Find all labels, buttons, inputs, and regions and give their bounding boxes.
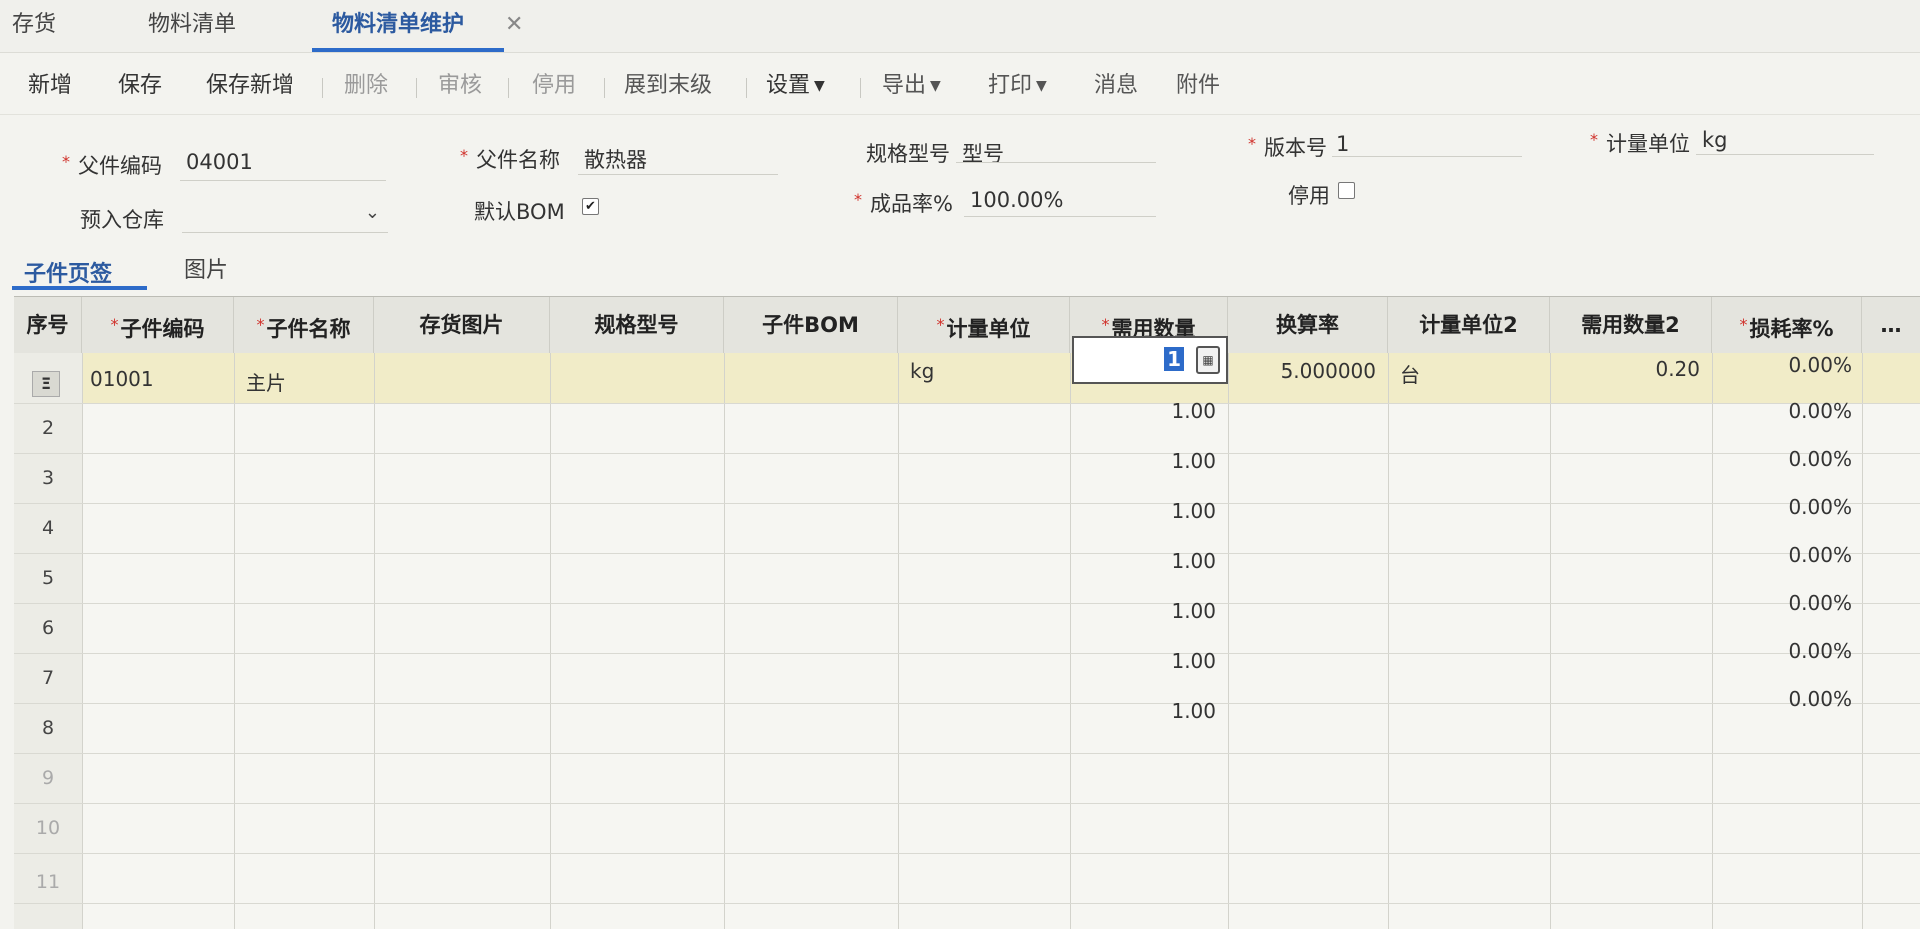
row-number: 11 (35, 871, 61, 893)
version-label: 版本号 (1264, 136, 1327, 160)
add-button[interactable]: 新增 (28, 58, 72, 114)
row-number: 5 (41, 567, 55, 589)
chevron-down-icon: ▼ (930, 78, 941, 94)
qty-cell[interactable]: 1.00 (1070, 449, 1216, 473)
settings-dropdown[interactable]: 设置 ▼ (766, 58, 825, 114)
row1-unit[interactable]: kg (910, 359, 934, 383)
row-number: 8 (41, 717, 55, 739)
tab-images[interactable]: 图片 (184, 252, 228, 284)
qty-editor-value: 1 (1164, 347, 1184, 371)
chevron-down-icon: ▼ (1036, 78, 1047, 94)
col-header-child-code[interactable]: *子件编码 (82, 297, 234, 353)
active-tab-indicator (12, 286, 147, 290)
print-dropdown[interactable]: 打印 ▼ (988, 58, 1047, 114)
parent-code-field[interactable]: 04001 (186, 150, 253, 174)
loss-cell[interactable]: 0.00% (1712, 399, 1852, 423)
tab-bom[interactable]: 物料清单 (148, 0, 236, 52)
toolbar: 新增 保存 保存新增 删除 审核 停用 展到末级 设置 ▼ 导出 ▼ 打印 ▼ 消息 … (0, 58, 1920, 115)
parent-name-field[interactable]: 散热器 (584, 144, 647, 174)
disable-button[interactable]: 停用 (532, 58, 576, 114)
loss-cell[interactable]: 0.00% (1712, 495, 1852, 519)
audit-button[interactable]: 审核 (438, 58, 482, 114)
qty-cell-editor[interactable]: 1 ▦ (1072, 336, 1228, 384)
export-dropdown[interactable]: 导出 ▼ (882, 58, 941, 114)
row1-child-name[interactable]: 主片 (246, 367, 286, 396)
row-number: 6 (41, 617, 55, 639)
default-bom-checkbox[interactable]: ✔ (582, 198, 599, 215)
parent-name-label: 父件名称 (476, 148, 560, 172)
expand-to-last-level-button[interactable]: 展到末级 (624, 58, 712, 114)
col-header-child-bom[interactable]: 子件BOM (724, 297, 898, 353)
row-number: 3 (41, 467, 55, 489)
row1-child-code[interactable]: 01001 (90, 367, 154, 391)
qty-cell[interactable]: 1.00 (1070, 599, 1216, 623)
export-label: 导出 (882, 73, 927, 98)
chevron-down-icon: ▼ (814, 78, 825, 94)
warehouse-select[interactable]: ⌄ (182, 196, 388, 232)
qty-cell[interactable]: 1.00 (1070, 499, 1216, 523)
col-header-child-name[interactable]: *子件名称 (234, 297, 374, 353)
loss-cell[interactable]: 0.00% (1712, 687, 1852, 711)
disabled-label: 停用 (1288, 184, 1330, 208)
loss-cell[interactable]: 0.00% (1712, 591, 1852, 615)
row1-loss[interactable]: 0.00% (1712, 353, 1852, 377)
child-items-grid: 序号 *子件编码 *子件名称 存货图片 规格型号 子件BOM *计量单位 *需用… (14, 296, 1920, 929)
qty-cell[interactable]: 1.00 (1070, 649, 1216, 673)
version-field[interactable]: 1 (1336, 132, 1349, 156)
row1-rate[interactable]: 5.000000 (1228, 359, 1376, 383)
chevron-down-icon: ⌄ (364, 202, 380, 223)
loss-cell[interactable]: 0.00% (1712, 543, 1852, 567)
col-header-spec[interactable]: 规格型号 (550, 297, 724, 353)
row-number: 10 (35, 817, 61, 839)
col-header-more: … (1880, 313, 1902, 337)
row1-qty2[interactable]: 0.20 (1550, 357, 1700, 381)
delete-button[interactable]: 删除 (344, 58, 388, 114)
col-header-qty2[interactable]: 需用数量2 (1550, 297, 1712, 353)
row-number: 9 (41, 767, 55, 789)
col-header-seq: 序号 (14, 297, 82, 353)
qty-cell[interactable]: 1.00 (1070, 549, 1216, 573)
unit-label: 计量单位 (1606, 132, 1690, 156)
row1-unit2[interactable]: 台 (1400, 359, 1420, 388)
yield-label: 成品率% (870, 192, 953, 216)
col-header-image[interactable]: 存货图片 (374, 297, 550, 353)
window-tab-bar: 存货 物料清单 物料清单维护 ✕ (0, 0, 1920, 53)
parent-code-label: 父件编码 (78, 154, 162, 178)
row-number: 4 (41, 517, 55, 539)
seq-column (14, 353, 82, 929)
message-button[interactable]: 消息 (1094, 58, 1138, 114)
loss-cell[interactable]: 0.00% (1712, 447, 1852, 471)
qty-cell[interactable]: 1.00 (1070, 399, 1216, 423)
print-label: 打印 (988, 73, 1033, 98)
tab-inventory[interactable]: 存货 (12, 0, 56, 52)
col-header-unit[interactable]: *计量单位 (898, 297, 1070, 353)
save-button[interactable]: 保存 (118, 58, 162, 114)
loss-cell[interactable]: 0.00% (1712, 639, 1852, 663)
tab-child-items[interactable]: 子件页签 (24, 256, 112, 288)
row-number: 2 (41, 417, 55, 439)
close-icon[interactable]: ✕ (505, 0, 523, 50)
settings-label: 设置 (766, 73, 811, 98)
row-number: 7 (41, 667, 55, 689)
unit-field[interactable]: kg (1702, 128, 1728, 152)
attachment-button[interactable]: 附件 (1176, 58, 1220, 114)
yield-field[interactable]: 100.00% (970, 188, 1063, 212)
default-bom-label: 默认BOM (474, 200, 565, 224)
row-menu-icon[interactable]: Ξ (32, 371, 60, 397)
col-header-loss[interactable]: *损耗率% (1712, 297, 1862, 353)
col-header-rate[interactable]: 换算率 (1228, 297, 1388, 353)
tab-bom-maintenance[interactable]: 物料清单维护 (311, 0, 505, 52)
spec-field[interactable]: 型号 (962, 138, 1004, 168)
grid-header: 序号 *子件编码 *子件名称 存货图片 规格型号 子件BOM *计量单位 *需用… (14, 297, 1920, 354)
spec-label: 规格型号 (866, 142, 950, 166)
warehouse-label: 预入仓库 (80, 208, 164, 232)
col-header-unit2[interactable]: 计量单位2 (1388, 297, 1550, 353)
qty-cell[interactable]: 1.00 (1070, 699, 1216, 723)
calculator-icon[interactable]: ▦ (1196, 346, 1220, 374)
disabled-checkbox[interactable] (1338, 182, 1355, 199)
save-new-button[interactable]: 保存新增 (206, 58, 294, 114)
